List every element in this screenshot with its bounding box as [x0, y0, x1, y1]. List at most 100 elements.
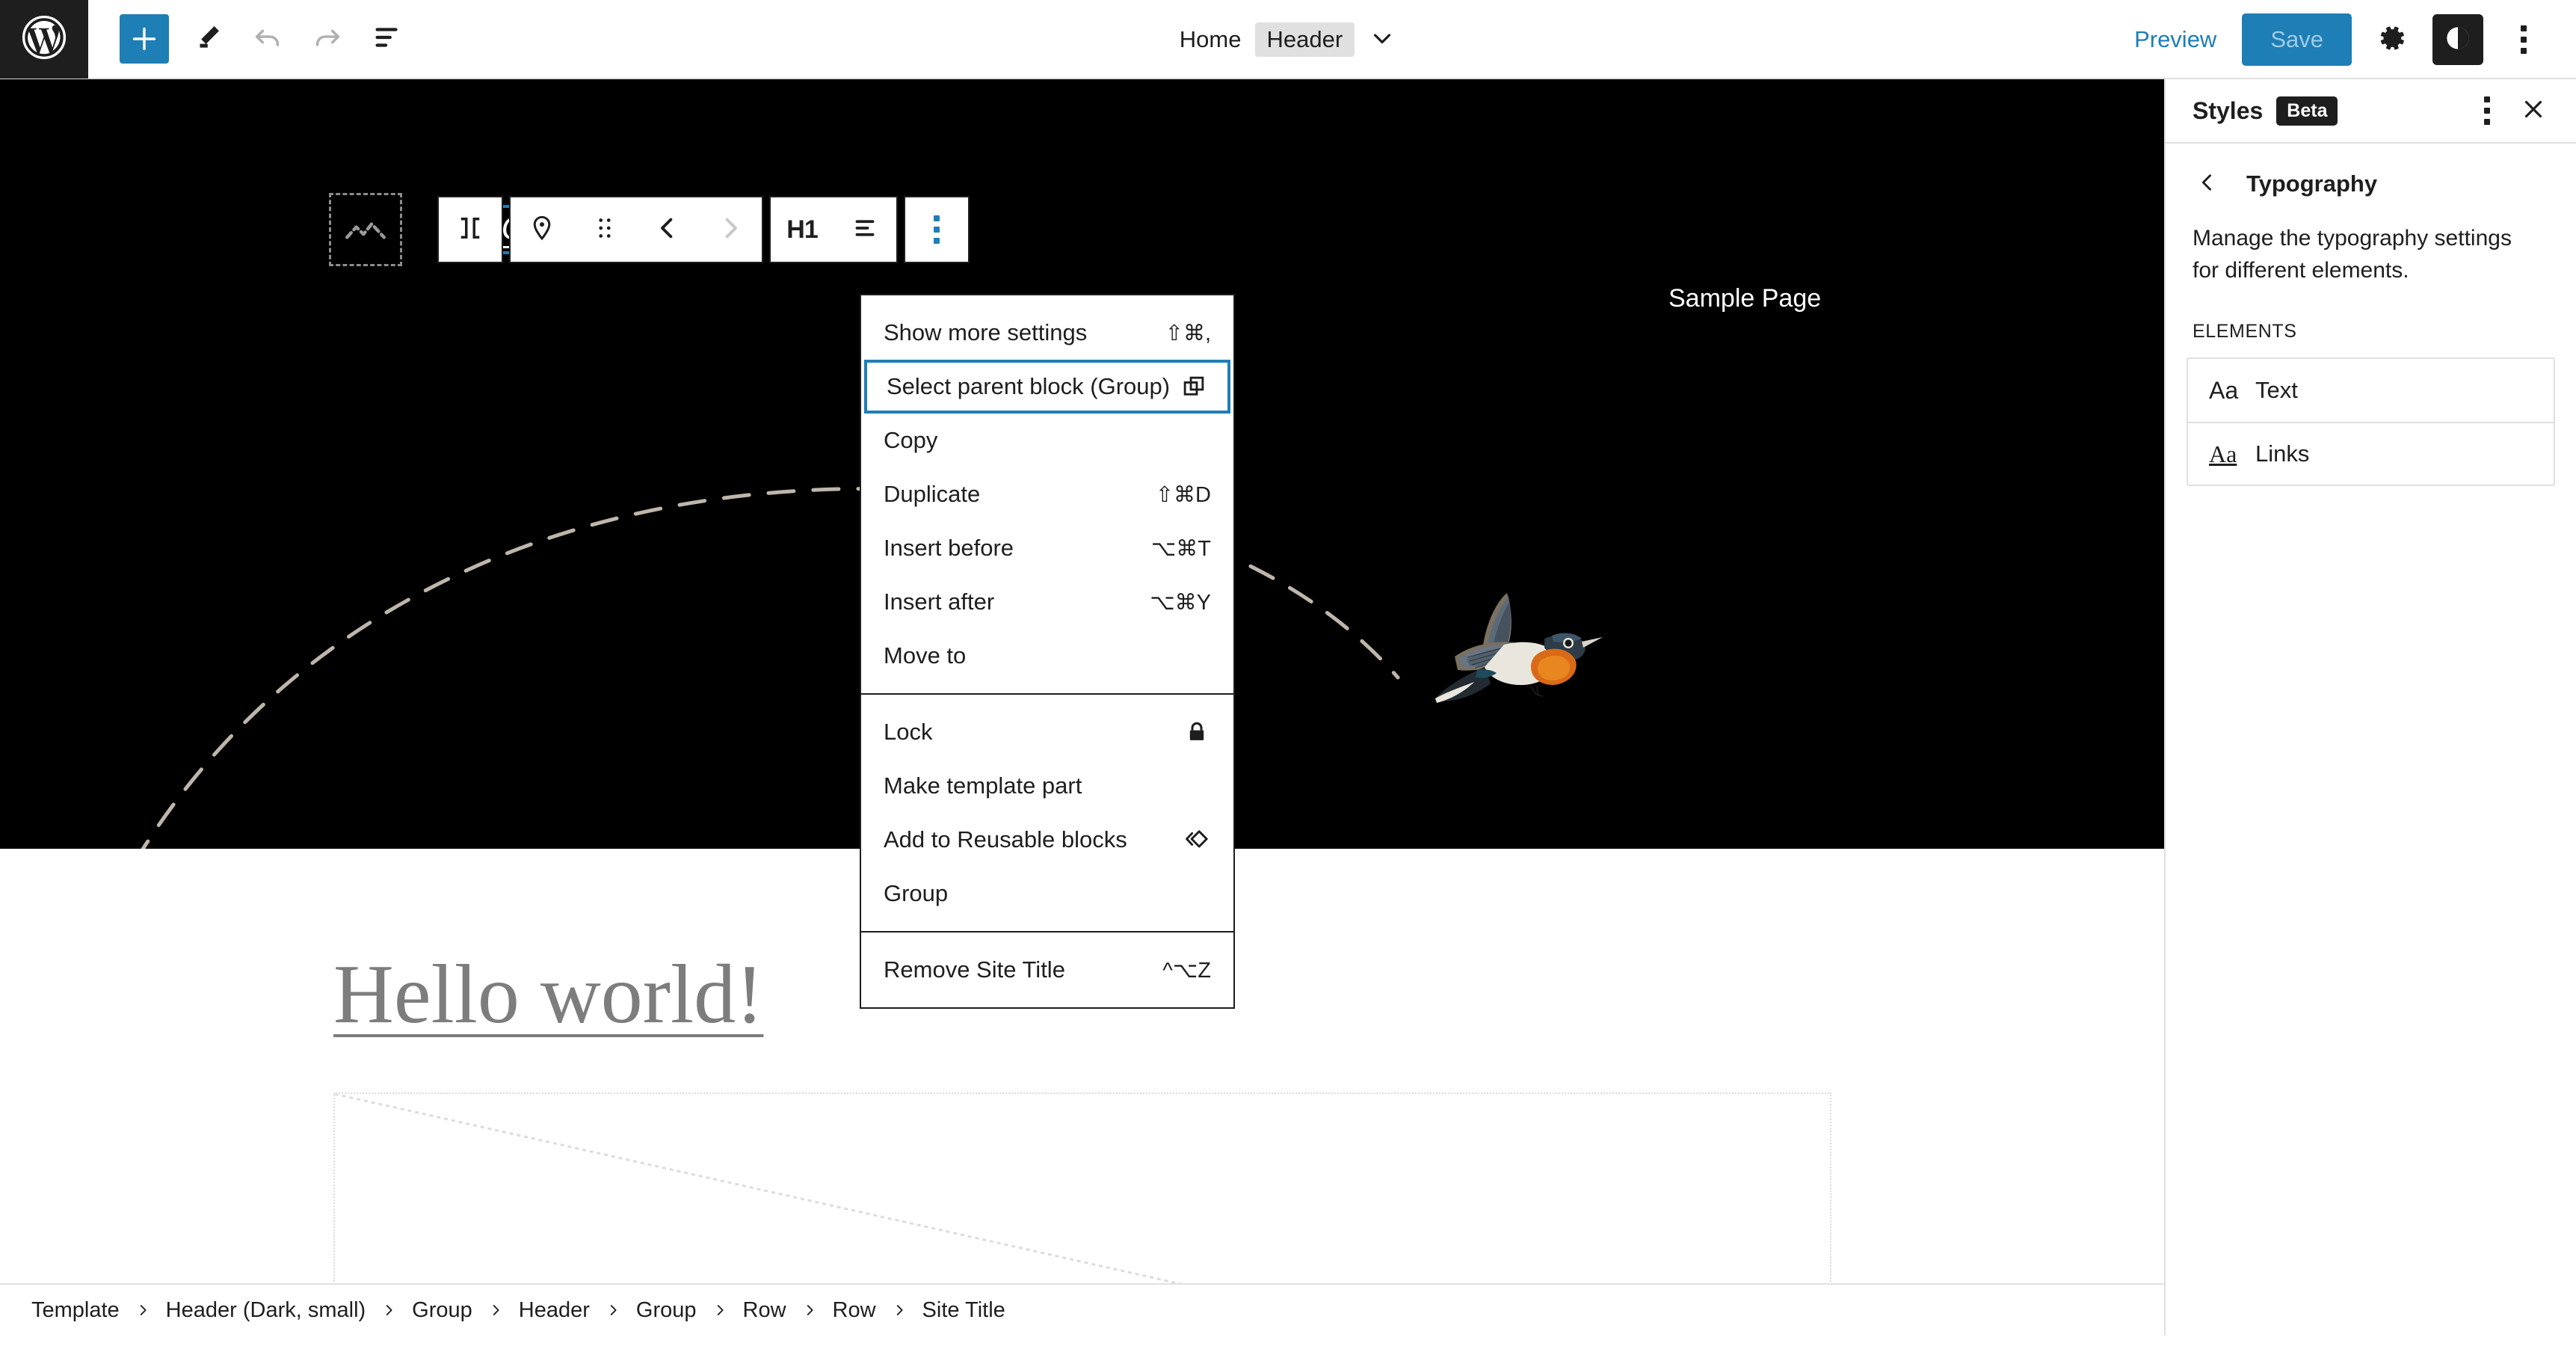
sidebar-title: Styles [2193, 97, 2263, 125]
wordpress-site-editor: Home Header Preview Save [0, 0, 2576, 1358]
sidebar-panel-nav: Typography [2166, 144, 2576, 203]
redo-icon [310, 20, 345, 58]
copy-blocks-icon [1180, 372, 1208, 401]
move-up-button[interactable] [636, 197, 699, 262]
chevron-right-icon [605, 1302, 621, 1318]
wordpress-logo-button[interactable] [0, 0, 88, 79]
contrast-styles-icon [2441, 22, 2474, 58]
beta-badge: Beta [2276, 96, 2338, 126]
chevron-left-icon [2195, 170, 2220, 199]
menu-item-add-to-reusable-blocks[interactable]: Add to Reusable blocks [861, 813, 1233, 867]
breadcrumb-item-site-title[interactable]: Site Title [922, 1298, 1005, 1323]
sidebar-close-button[interactable] [2510, 87, 2557, 134]
block-type-site-title-button[interactable] [511, 197, 573, 262]
document-breadcrumb-home: Home [1180, 26, 1242, 53]
menu-item-make-template-part[interactable]: Make template part [861, 759, 1233, 813]
menu-item-duplicate[interactable]: Duplicate ⇧⌘D [861, 467, 1233, 521]
site-logo-placeholder[interactable] [329, 193, 402, 266]
chevron-right-icon [135, 1302, 151, 1318]
block-toolbar: H1 [437, 196, 970, 263]
element-item-links[interactable]: Aa Links [2188, 422, 2554, 485]
menu-item-show-more-settings[interactable]: Show more settings ⇧⌘, [861, 306, 1233, 360]
menu-item-label: Make template part [884, 772, 1082, 799]
select-parent-block-button[interactable] [439, 197, 502, 262]
typography-aa-underlined-icon: Aa [2209, 440, 2255, 468]
undo-button[interactable] [238, 9, 298, 69]
document-title-chip[interactable]: Header [1255, 22, 1355, 57]
menu-item-lock[interactable]: Lock [861, 705, 1233, 759]
menu-item-select-parent-block[interactable]: Select parent block (Group) [864, 360, 1230, 414]
sidebar-back-button[interactable] [2188, 165, 2227, 203]
menu-item-copy[interactable]: Copy [861, 414, 1233, 467]
more-vertical-icon [2484, 96, 2490, 125]
styles-sidebar: Styles Beta T [2164, 79, 2576, 1336]
document-dropdown-button[interactable] [1368, 24, 1396, 56]
more-options-button[interactable] [905, 197, 968, 262]
settings-button[interactable] [2362, 10, 2422, 70]
menu-item-shortcut: ^⌥Z [1162, 957, 1211, 983]
breadcrumb-item-row-1[interactable]: Row [743, 1298, 786, 1323]
block-options-group [904, 196, 970, 263]
preview-button[interactable]: Preview [2115, 26, 2236, 53]
undo-icon [250, 20, 285, 58]
menu-section-secondary: Lock Make template part Add to Reusable … [861, 693, 1233, 931]
chevron-left-icon [652, 212, 683, 248]
chevron-right-icon [715, 212, 746, 248]
align-text-button[interactable] [833, 197, 896, 262]
menu-item-label: Show more settings [884, 319, 1087, 346]
nav-link-sample-page[interactable]: Sample Page [1668, 284, 1821, 313]
heading-level-button[interactable]: H1 [771, 197, 833, 262]
block-controls-group [509, 196, 763, 263]
editor-options-button[interactable] [2494, 10, 2554, 70]
heading-level-label: H1 [786, 215, 817, 245]
menu-item-remove-site-title[interactable]: Remove Site Title ^⌥Z [861, 943, 1233, 997]
menu-item-label: Group [884, 880, 948, 907]
menu-item-label: Remove Site Title [884, 956, 1065, 983]
more-vertical-icon [2521, 25, 2527, 54]
lock-icon [1183, 718, 1211, 746]
breadcrumb-item-group-2[interactable]: Group [636, 1298, 697, 1323]
element-item-text[interactable]: Aa Text [2188, 359, 2554, 422]
drag-handle-button[interactable] [573, 197, 636, 262]
breadcrumb-item-header-dark-small[interactable]: Header (Dark, small) [166, 1298, 366, 1323]
typography-aa-icon: Aa [2209, 377, 2255, 405]
save-button[interactable]: Save [2242, 13, 2352, 66]
styles-button[interactable] [2432, 14, 2483, 65]
menu-item-label: Insert after [884, 589, 994, 615]
block-options-dropdown: Show more settings ⇧⌘, Select parent blo… [860, 294, 1235, 1009]
sidebar-panel-description: Manage the typography settings for diffe… [2166, 203, 2576, 286]
menu-item-group[interactable]: Group [861, 867, 1233, 921]
map-pin-icon [526, 212, 558, 248]
sidebar-more-button[interactable] [2464, 87, 2510, 134]
right-toolbar-group: Preview Save [2115, 0, 2554, 79]
menu-item-move-to[interactable]: Move to [861, 629, 1233, 683]
list-view-button[interactable] [357, 9, 417, 69]
menu-section-primary: Show more settings ⇧⌘, Select parent blo… [861, 295, 1233, 693]
menu-item-shortcut: ⇧⌘, [1165, 320, 1211, 346]
pencil-icon [191, 20, 225, 58]
redo-button[interactable] [298, 9, 357, 69]
align-left-icon [849, 212, 881, 248]
tools-pencil-button[interactable] [178, 9, 238, 69]
block-inserter-button[interactable] [120, 14, 169, 64]
move-down-button[interactable] [699, 197, 762, 262]
menu-item-insert-after[interactable]: Insert after ⌥⌘Y [861, 575, 1233, 629]
breadcrumb-item-group-1[interactable]: Group [412, 1298, 472, 1323]
sidebar-header: Styles Beta [2166, 79, 2576, 144]
breadcrumb-item-template[interactable]: Template [31, 1298, 120, 1323]
post-title-link[interactable]: Hello world! [333, 947, 763, 1043]
sidebar-section-label-elements: ELEMENTS [2166, 286, 2576, 342]
sidebar-panel-title: Typography [2246, 170, 2377, 197]
breadcrumb-item-header[interactable]: Header [519, 1298, 590, 1323]
more-vertical-icon [934, 215, 940, 244]
chevron-right-icon [891, 1302, 908, 1318]
reusable-block-icon [1183, 826, 1211, 854]
menu-item-label: Copy [884, 427, 937, 454]
block-breadcrumb: Template Header (Dark, small) Group Head… [0, 1283, 2164, 1336]
menu-item-shortcut: ⇧⌘D [1156, 482, 1211, 508]
list-view-icon [370, 20, 404, 58]
breadcrumb-item-row-2[interactable]: Row [833, 1298, 876, 1323]
chevron-right-icon [380, 1302, 397, 1318]
menu-item-insert-before[interactable]: Insert before ⌥⌘T [861, 521, 1233, 575]
chevron-right-icon [801, 1302, 818, 1318]
